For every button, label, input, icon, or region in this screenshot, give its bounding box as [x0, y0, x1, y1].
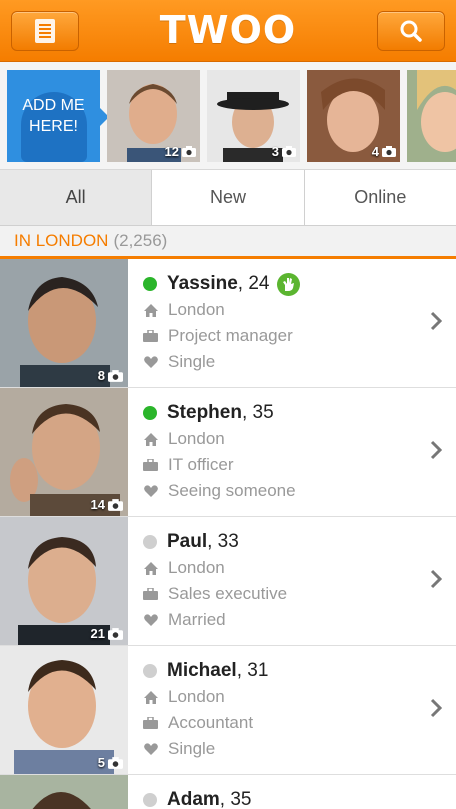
location-count: (2,256)	[113, 231, 168, 250]
location-label: IN LONDON	[14, 231, 109, 250]
home-icon	[143, 432, 158, 446]
person-location: London	[168, 558, 225, 577]
top-bar: TWOO	[0, 0, 456, 62]
person-status: Married	[168, 610, 226, 629]
briefcase-icon	[143, 330, 158, 342]
featured-photo[interactable]: 3	[207, 70, 300, 162]
photo-count: 5	[97, 755, 105, 770]
camera-icon	[282, 146, 296, 157]
people-list: 8 Yassine, 24 London Project manager Sin…	[0, 259, 456, 809]
profile-photo[interactable]: 8	[0, 259, 128, 387]
face-photo	[0, 775, 128, 809]
photo-count: 4	[371, 144, 379, 159]
photo-count: 8	[97, 368, 105, 383]
camera-icon	[182, 146, 196, 157]
add-me-line2: HERE!	[29, 118, 78, 135]
featured-photo[interactable]: 4	[307, 70, 400, 162]
person-age: , 31	[236, 660, 269, 681]
featured-strip: ADD ME HERE! 12 3 4	[0, 62, 456, 170]
tab-all[interactable]: All	[0, 170, 152, 225]
photo-count: 21	[90, 626, 105, 641]
chevron-right-icon[interactable]	[430, 569, 442, 589]
person-name: Michael	[167, 660, 237, 681]
verified-badge-icon	[277, 272, 301, 296]
tab-online[interactable]: Online	[303, 170, 456, 225]
face-photo	[407, 70, 456, 162]
person-age: , 35	[241, 402, 274, 423]
photo-count: 3	[271, 144, 279, 159]
online-status-dot	[143, 406, 157, 420]
filter-tabs: All New Online	[0, 170, 456, 226]
chevron-right-icon[interactable]	[430, 311, 442, 331]
heart-icon	[143, 356, 158, 368]
person-status: Seeing someone	[168, 481, 296, 500]
profile-photo[interactable]: 21	[0, 517, 128, 645]
heart-icon	[143, 614, 158, 626]
camera-icon	[108, 756, 123, 769]
person-location: London	[168, 429, 225, 448]
chevron-right-icon[interactable]	[430, 698, 442, 718]
person-status: Single	[168, 739, 216, 758]
offline-status-dot	[143, 664, 157, 678]
add-me-line1: ADD ME	[22, 97, 85, 114]
home-icon	[143, 561, 158, 575]
offline-status-dot	[143, 793, 157, 807]
list-item[interactable]: Adam, 35	[0, 775, 456, 809]
tab-new[interactable]: New	[151, 170, 304, 225]
person-job: Sales executive	[168, 584, 288, 603]
camera-icon	[108, 498, 123, 511]
person-job: Accountant	[168, 713, 254, 732]
list-item[interactable]: 8 Yassine, 24 London Project manager Sin…	[0, 259, 456, 388]
person-status: Single	[168, 352, 216, 371]
search-button[interactable]	[377, 11, 445, 51]
add-me-button[interactable]: ADD ME HERE!	[7, 70, 109, 162]
featured-photo[interactable]	[407, 70, 456, 162]
heart-icon	[143, 743, 158, 755]
person-name: Yassine	[167, 273, 238, 294]
camera-icon	[108, 627, 123, 640]
person-age: , 33	[207, 531, 239, 552]
featured-photo[interactable]: 12	[107, 70, 200, 162]
briefcase-icon	[143, 588, 158, 600]
briefcase-icon	[143, 717, 158, 729]
photo-count: 12	[164, 144, 179, 159]
camera-icon	[108, 369, 123, 382]
camera-icon	[382, 146, 396, 157]
heart-icon	[143, 485, 158, 497]
person-job: Project manager	[168, 326, 293, 345]
photo-count: 14	[90, 497, 105, 512]
profile-photo[interactable]: 14	[0, 388, 128, 516]
person-job: IT officer	[168, 455, 234, 474]
home-icon	[143, 690, 158, 704]
profile-photo[interactable]	[0, 775, 128, 809]
person-name: Adam	[167, 789, 220, 809]
person-age: , 35	[219, 789, 252, 809]
offline-status-dot	[143, 535, 157, 549]
chevron-right-icon[interactable]	[430, 440, 442, 460]
home-icon	[143, 303, 158, 317]
person-name: Paul	[167, 531, 208, 552]
list-item[interactable]: 14 Stephen, 35 London IT officer Seeing …	[0, 388, 456, 517]
person-age: , 24	[237, 273, 270, 294]
list-item[interactable]: 21 Paul, 33 London Sales executive Marri…	[0, 517, 456, 646]
location-header: IN LONDON (2,256)	[0, 226, 456, 259]
profile-photo[interactable]: 5	[0, 646, 128, 774]
online-status-dot	[143, 277, 157, 291]
list-item[interactable]: 5 Michael, 31 London Accountant Single	[0, 646, 456, 775]
person-location: London	[168, 300, 225, 319]
person-name: Stephen	[167, 402, 242, 423]
briefcase-icon	[143, 459, 158, 471]
search-icon	[400, 20, 422, 42]
person-location: London	[168, 687, 225, 706]
